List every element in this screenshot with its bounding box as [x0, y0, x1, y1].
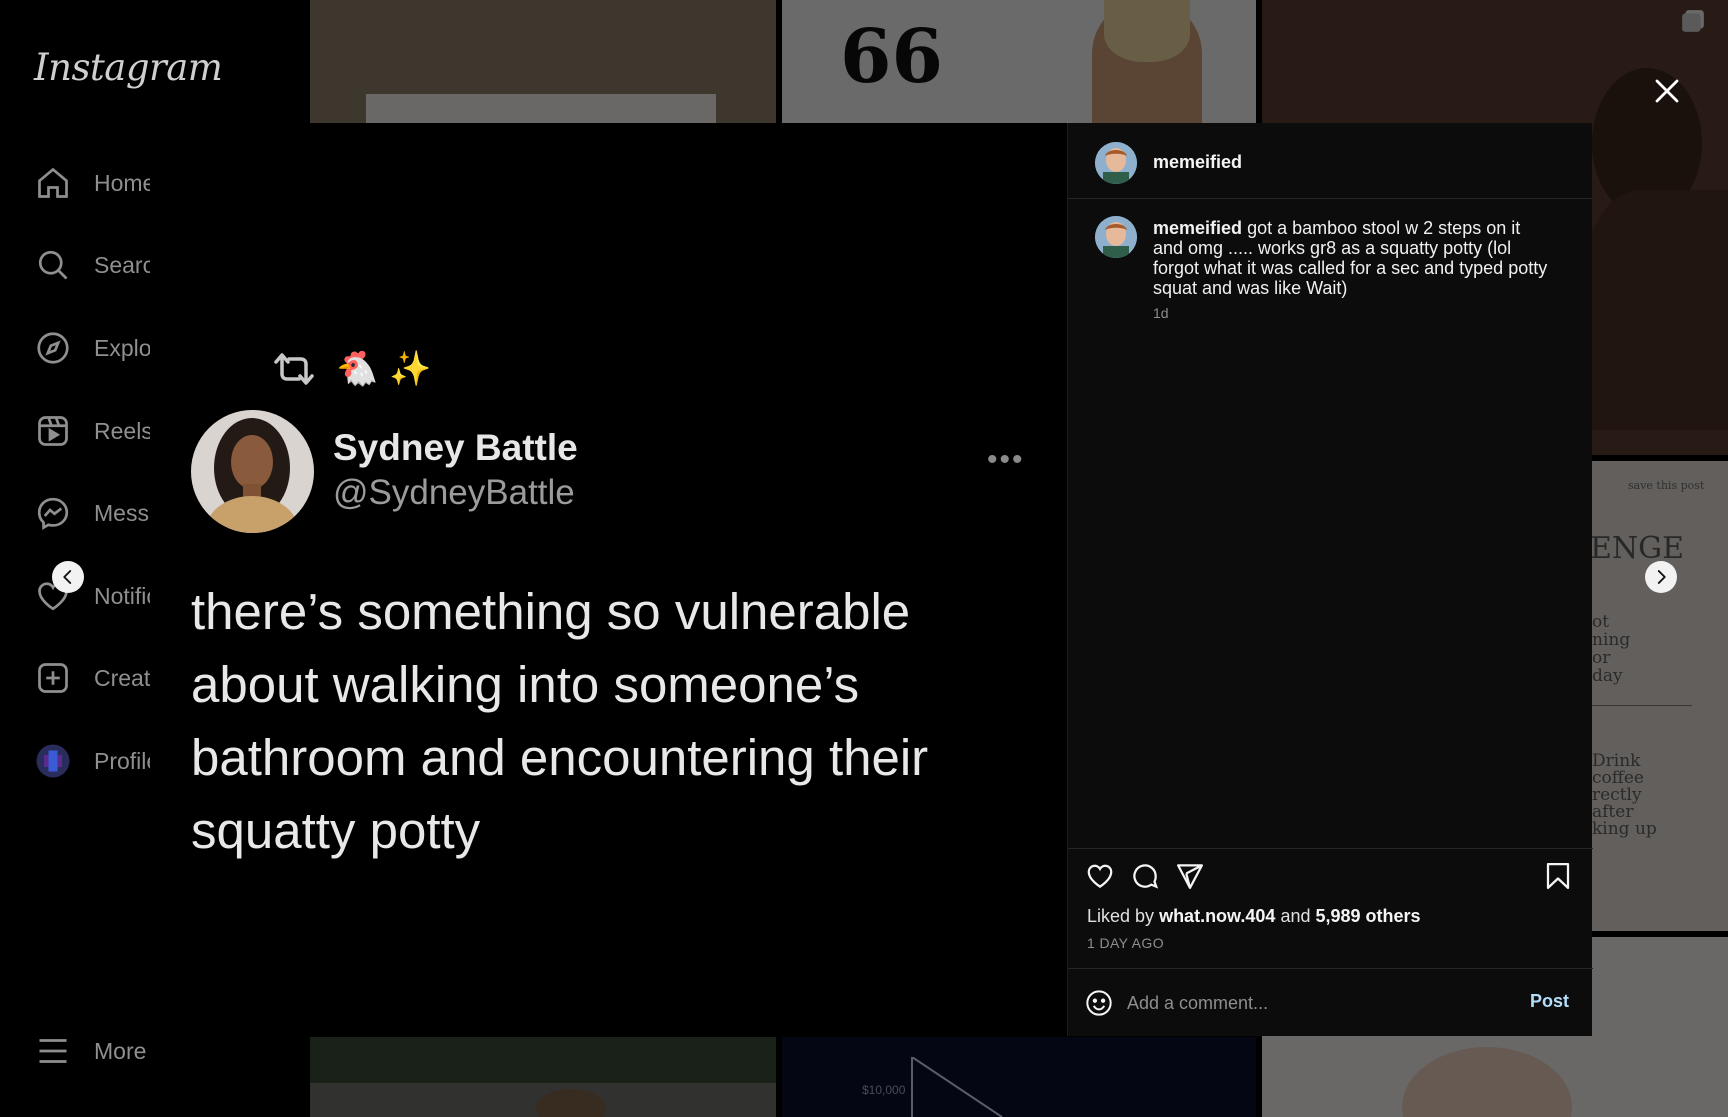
profile-avatar	[34, 742, 72, 780]
bookmark-icon	[1546, 863, 1570, 889]
liked-by-prefix: Liked by	[1087, 906, 1155, 926]
author-username[interactable]: memeified	[1153, 152, 1242, 173]
tip-text-1: ot ning or day	[1592, 612, 1631, 686]
post-comment-button[interactable]: Post	[1530, 991, 1569, 1012]
instagram-logo[interactable]: Instagram	[34, 46, 223, 89]
chevron-left-icon	[63, 570, 72, 584]
search-icon	[34, 246, 72, 284]
sidebar-item-label: Explore	[94, 334, 151, 361]
emoji-button[interactable]	[1085, 989, 1113, 1017]
caption-timestamp[interactable]: 1d	[1153, 305, 1169, 321]
tweet-more-icon: •••	[987, 443, 1025, 476]
tweet-emojis: 🐔 ✨	[336, 349, 432, 389]
menu-icon	[34, 1032, 72, 1070]
carousel-icon	[1680, 8, 1706, 34]
chevron-right-icon	[1657, 570, 1666, 584]
sidebar-item-label: Messages	[94, 499, 151, 526]
grid-tile-5[interactable]	[310, 1037, 776, 1117]
retweet-icon	[274, 353, 314, 385]
grid-tile-1[interactable]	[310, 0, 776, 123]
tip-text-2: Drink coffee rectly after king up	[1592, 751, 1657, 839]
author-avatar[interactable]	[1095, 142, 1137, 184]
tweet-author-name: Sydney Battle	[333, 427, 578, 468]
comment-button[interactable]	[1130, 861, 1160, 891]
next-post-button[interactable]	[1645, 561, 1677, 593]
tweet-context-row: 🐔 ✨	[272, 349, 431, 389]
sidebar-item-label: Home	[94, 169, 151, 196]
tweet-author-handle: @SydneyBattle	[333, 473, 575, 512]
sidebar-item-label: Profile	[94, 747, 151, 774]
heart-icon	[1087, 864, 1113, 888]
previous-post-button[interactable]	[52, 561, 84, 593]
sidebar-item-label: Create	[94, 664, 151, 691]
tweet-author-avatar	[191, 410, 314, 533]
chart-line	[911, 1057, 1003, 1117]
post-date[interactable]: 1 DAY AGO	[1087, 935, 1164, 951]
liked-by-others[interactable]: 5,989 others	[1316, 906, 1421, 926]
save-button[interactable]	[1543, 861, 1573, 891]
post-caption: memeified got a bamboo stool w 2 steps o…	[1153, 218, 1553, 298]
quote-mark: 66	[840, 14, 943, 100]
sidebar-item-label: Search	[94, 251, 151, 278]
liked-by-user[interactable]: what.now.404	[1159, 906, 1275, 926]
smiley-icon	[1086, 990, 1112, 1016]
caption-username[interactable]: memeified	[1153, 218, 1242, 238]
plus-square-icon	[34, 659, 72, 697]
chart-value-text: $10,000	[862, 1083, 906, 1097]
reels-icon	[34, 412, 72, 450]
challenge-text: ENGE	[1590, 531, 1685, 566]
sidebar-item-label: Reels	[94, 417, 151, 444]
compass-icon	[34, 329, 72, 367]
like-button[interactable]	[1085, 861, 1115, 891]
tweet-text: there’s something so vulnerable about wa…	[191, 583, 929, 859]
save-post-text: save this post	[1628, 479, 1705, 492]
comment-bar: Post	[1068, 968, 1593, 1036]
post-actions: Liked by what.now.404 and 5,989 others 1…	[1068, 848, 1593, 973]
grid-tile-6[interactable]: $10,000	[782, 1037, 1256, 1117]
share-button[interactable]	[1175, 861, 1205, 891]
liked-by-joiner: and	[1280, 906, 1311, 926]
sidebar-item-label: Notifications	[94, 582, 151, 609]
home-icon	[34, 164, 72, 202]
comment-icon	[1133, 864, 1159, 889]
caption-author-avatar[interactable]	[1095, 216, 1137, 258]
post-media[interactable]: 🐔 ✨ Sydney Battle @SydneyBattle ••• ther…	[150, 123, 1067, 1036]
close-icon	[1655, 79, 1679, 103]
post-details-panel: memeified memeified got a bamboo stool w…	[1067, 123, 1593, 1036]
likes-summary: Liked by what.now.404 and 5,989 others	[1087, 906, 1421, 927]
send-icon	[1177, 864, 1203, 889]
post-header: memeified	[1068, 123, 1593, 199]
grid-tile-2[interactable]: 66	[782, 0, 1256, 123]
close-button[interactable]	[1652, 76, 1682, 106]
comment-input[interactable]	[1127, 987, 1487, 1019]
sidebar-item-label: More	[94, 1037, 147, 1064]
messenger-icon	[34, 494, 72, 532]
